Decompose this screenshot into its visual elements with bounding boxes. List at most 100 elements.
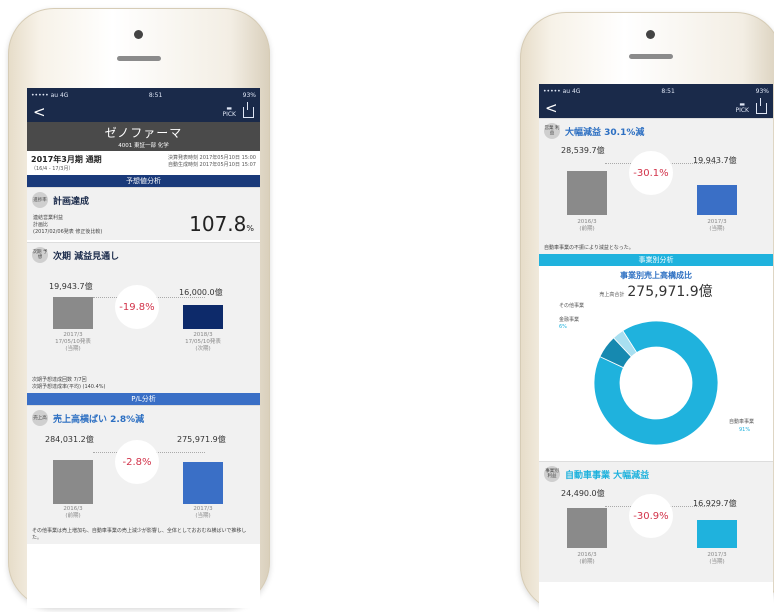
bar-prev xyxy=(53,460,93,504)
change-circle: -2.8% xyxy=(115,440,159,484)
plan-line2: 計画比 xyxy=(33,222,49,228)
announce-time: 決算発表時刻 2017年05月10日 15:00 xyxy=(167,155,256,161)
bar-value-current: 19,943.7億 xyxy=(49,282,93,291)
period-range: （16/4 - 17/3月） xyxy=(31,166,74,172)
profit-card: 営業 利益 大幅減益 30.1%減 28,539.7億 19,943.7億 -3… xyxy=(539,118,773,254)
screen-right: ••••• au 4G 8:51 93% < ▬ PICK 営業 利益 大幅減益 … xyxy=(539,84,773,612)
change-circle: -30.9% xyxy=(629,494,673,538)
speaker-slot xyxy=(629,54,673,59)
pick-button[interactable]: ▬ PICK xyxy=(222,106,236,118)
profit-badge: 営業 利益 xyxy=(544,123,560,139)
axis-label-current: 2017/3 17/05/10発表 (当期) xyxy=(43,332,103,353)
x2-year: 2017/3 xyxy=(707,552,727,558)
pick-label: PICK xyxy=(735,107,749,114)
axis-label-curr: 2017/3 (当期) xyxy=(687,552,747,566)
axis-label-next: 2018/3 17/05/10発表 (次期) xyxy=(173,332,233,353)
back-button[interactable]: < xyxy=(545,101,558,116)
auto-chart: 24,490.0億 16,929.7億 -30.9% 2016/3 (前期) 20… xyxy=(543,486,769,582)
pick-label: PICK xyxy=(222,111,236,118)
auto-card: 事業別 利益 自動車事業 大幅減益 24,490.0億 16,929.7億 -3… xyxy=(539,461,773,582)
period-title: 2017年3月期 通期 xyxy=(31,155,102,164)
speaker-slot xyxy=(117,56,161,61)
change-circle: -19.8% xyxy=(115,285,159,329)
segment-card: 事業別売上高構成比 売上高合計 275,971.9億 その他事業 金融事業 6% … xyxy=(539,266,773,461)
profit-chart: 28,539.7億 19,943.7億 -30.1% 2016/3 (前期) 20… xyxy=(543,143,769,243)
x2-year: 2018/3 xyxy=(193,332,213,338)
auto-title: 自動車事業 大幅減益 xyxy=(565,470,650,481)
x2-tag: (当期) xyxy=(709,559,725,565)
donut-chart xyxy=(593,320,719,446)
bar-value-curr: 16,929.7億 xyxy=(693,499,737,508)
axis-label-curr: 2017/3 (当期) xyxy=(173,506,233,520)
share-icon[interactable] xyxy=(243,101,254,118)
plan-title: 計画達成 xyxy=(53,196,90,207)
x1-year: 2016/3 xyxy=(577,552,597,558)
forecast-card: 次期 予想 次期 減益見通し 19,943.7億 16,000.0億 -19.8… xyxy=(27,242,260,393)
battery-label: 93% xyxy=(242,91,256,99)
company-code: 4001 東証一部 化学 xyxy=(118,143,169,149)
x2-tag: (次期) xyxy=(195,346,211,352)
profit-title: 大幅減益 30.1%減 xyxy=(565,127,645,138)
x2-year: 2017/3 xyxy=(193,506,213,512)
period-row: 2017年3月期 通期 （16/4 - 17/3月） 決算発表時刻 2017年0… xyxy=(27,151,260,175)
bar-curr xyxy=(697,185,737,215)
sales-badge: 売上高 xyxy=(32,410,48,426)
bar-value-prev: 28,539.7億 xyxy=(561,146,605,155)
sales-card: 売上高 売上高横ばい 2.8%減 284,031.2億 275,971.9億 -… xyxy=(27,405,260,544)
x1-tag: (当期) xyxy=(65,346,81,352)
segment-title: 事業別売上高構成比 xyxy=(620,271,692,280)
forecast-note-1: 次期予想達成回数 7/7回 xyxy=(32,377,87,383)
bar-value-prev: 24,490.0億 xyxy=(561,489,605,498)
pick-button[interactable]: ▬ PICK xyxy=(735,102,749,114)
x2-tag: (当期) xyxy=(709,226,725,232)
x1-tag: (前期) xyxy=(579,559,595,565)
phone-left: ••••• au 4G 8:51 93% < ▬ PICK ゼノファーマ 4001… xyxy=(8,8,270,608)
bar-current xyxy=(53,297,93,329)
forecast-chart: 19,943.7億 16,000.0億 -19.8% 2017/3 17/05/1… xyxy=(31,267,256,375)
donut-area: その他事業 金融事業 6% 自動車事業 91% xyxy=(539,301,773,461)
back-button[interactable]: < xyxy=(33,105,46,120)
label-finance: 金融事業 xyxy=(559,317,580,323)
bar-value-prev: 284,031.2億 xyxy=(45,435,94,444)
sales-chart: 284,031.2億 275,971.9億 -2.8% 2016/3 (前期) 2… xyxy=(31,430,256,526)
time-label: 8:51 xyxy=(148,91,163,99)
nav-bar: < ▬ PICK xyxy=(539,97,773,118)
section-band-forecast: 予想値分析 xyxy=(27,175,260,187)
company-name: ゼノファーマ xyxy=(104,126,183,140)
bar-prev xyxy=(567,508,607,548)
x2-date: 17/05/10発表 xyxy=(185,339,221,345)
bar-curr xyxy=(183,462,223,504)
axis-label-prev: 2016/3 (前期) xyxy=(43,506,103,520)
label-other: その他事業 xyxy=(559,303,585,309)
section-band-pl: P/L分析 xyxy=(27,393,260,405)
carrier-label: ••••• au 4G xyxy=(31,91,69,99)
sales-note: その他事業は売上増加も、自動車事業の売上減少が影響し、全体としておおむね横ばいで… xyxy=(32,528,247,541)
label-finance-pct: 6% xyxy=(559,324,567,330)
change-circle: -30.1% xyxy=(629,151,673,195)
x1-year: 2017/3 xyxy=(63,332,83,338)
forecast-note: 次期予想達成回数 7/7回 次期予想達成率(平均) (140.4%) xyxy=(27,375,260,393)
share-icon[interactable] xyxy=(756,97,767,114)
company-header: ゼノファーマ 4001 東証一部 化学 xyxy=(27,122,260,151)
x1-tag: (前期) xyxy=(65,513,81,519)
camera-dot xyxy=(134,30,143,39)
label-auto: 自動車事業 xyxy=(729,419,755,425)
plan-card: 進捗率 計画達成 連結営業利益 計画比 (2017/02/06発表 修正後比較)… xyxy=(27,187,260,240)
x2-tag: (当期) xyxy=(195,513,211,519)
plan-value-unit: % xyxy=(246,224,254,233)
axis-label-curr: 2017/3 (当期) xyxy=(687,219,747,233)
axis-label-prev: 2016/3 (前期) xyxy=(557,552,617,566)
bar-next xyxy=(183,305,223,329)
x1-tag: (前期) xyxy=(579,226,595,232)
plan-line1: 連結営業利益 xyxy=(33,215,64,221)
auto-badge: 事業別 利益 xyxy=(544,466,560,482)
status-bar: ••••• au 4G 8:51 93% xyxy=(539,84,773,98)
plan-value-number: 107.8 xyxy=(189,212,247,236)
x2-year: 2017/3 xyxy=(707,219,727,225)
total-label: 売上高合計 xyxy=(599,292,625,298)
plan-value: 107.8% xyxy=(189,212,254,236)
camera-dot xyxy=(646,30,655,39)
segment-total: 売上高合計 275,971.9億 xyxy=(539,281,773,301)
phone-right: ••••• au 4G 8:51 93% < ▬ PICK 営業 利益 大幅減益 … xyxy=(520,12,774,612)
forecast-note-2: 次期予想達成率(平均) (140.4%) xyxy=(32,384,106,390)
